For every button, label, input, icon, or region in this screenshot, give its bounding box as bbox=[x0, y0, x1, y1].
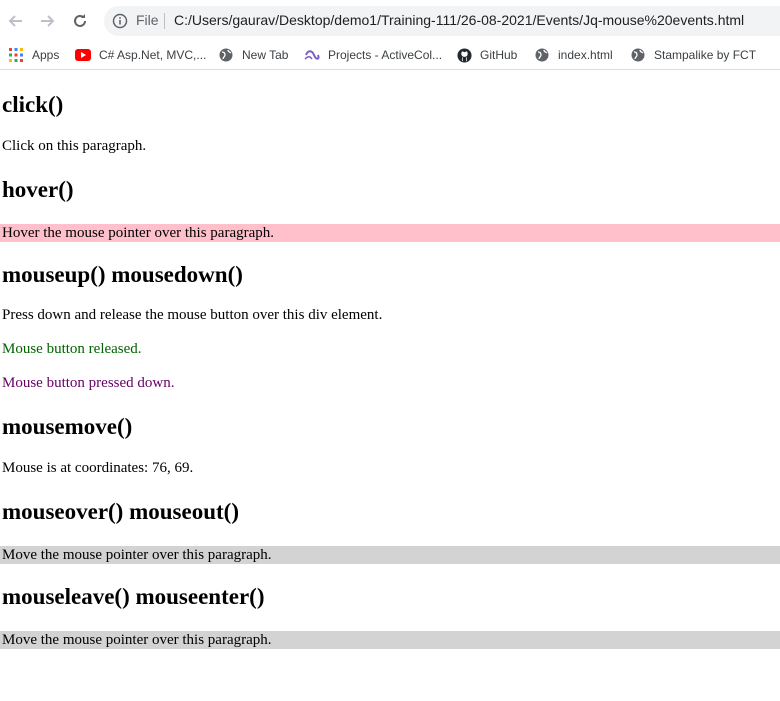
github-icon bbox=[456, 47, 472, 63]
reload-button[interactable] bbox=[69, 10, 91, 32]
heading-mouseup-mousedown: mouseup() mousedown() bbox=[2, 262, 243, 287]
bookmark-stampalike[interactable]: Stampalike by FCT bbox=[630, 45, 756, 65]
info-icon[interactable] bbox=[112, 13, 128, 29]
bookmark-github[interactable]: GitHub bbox=[456, 45, 517, 65]
heading-mouseover-mouseout: mouseover() mouseout() bbox=[2, 499, 239, 524]
bookmark-label: Stampalike by FCT bbox=[654, 48, 757, 62]
bookmark-label: index.html bbox=[558, 48, 613, 62]
bookmark-index[interactable]: index.html bbox=[534, 45, 613, 65]
mouseover-paragraph[interactable]: Move the mouse pointer over this paragra… bbox=[0, 546, 780, 564]
status-pressed: Mouse button pressed down. bbox=[2, 375, 175, 391]
click-paragraph[interactable]: Click on this paragraph. bbox=[2, 138, 146, 155]
bookmark-label: Projects - ActiveCol... bbox=[328, 48, 443, 62]
mouse-coordinates: Mouse is at coordinates: 76, 69. bbox=[2, 460, 194, 476]
bookmark-label: New Tab bbox=[242, 48, 289, 62]
hover-paragraph[interactable]: Hover the mouse pointer over this paragr… bbox=[0, 224, 780, 242]
back-button[interactable] bbox=[5, 10, 27, 32]
browser-toolbar: File C:/Users/gaurav/Desktop/demo1/Train… bbox=[0, 0, 780, 40]
activecollab-icon bbox=[304, 47, 320, 63]
reload-icon bbox=[74, 14, 86, 27]
mouseover-paragraph-text: Move the mouse pointer over this paragra… bbox=[2, 547, 272, 563]
bookmark-new-tab[interactable]: New Tab bbox=[218, 45, 288, 65]
forward-arrow-icon bbox=[41, 15, 55, 27]
forward-button[interactable] bbox=[36, 10, 58, 32]
hover-paragraph-text: Hover the mouse pointer over this paragr… bbox=[2, 225, 274, 241]
url-text[interactable]: C:/Users/gaurav/Desktop/demo1/Training-1… bbox=[174, 12, 744, 28]
heading-click: click() bbox=[2, 92, 64, 117]
mouseleave-paragraph[interactable]: Move the mouse pointer over this paragra… bbox=[0, 631, 780, 649]
globe-icon bbox=[630, 47, 646, 63]
mouse-button-div[interactable]: Press down and release the mouse button … bbox=[2, 307, 382, 324]
address-bar[interactable]: File C:/Users/gaurav/Desktop/demo1/Train… bbox=[104, 6, 780, 36]
back-arrow-icon bbox=[8, 15, 22, 27]
bookmark-projects[interactable]: Projects - ActiveCol... bbox=[304, 45, 442, 65]
file-label: File bbox=[136, 12, 159, 28]
heading-hover: hover() bbox=[2, 177, 74, 202]
bookmark-label: Apps bbox=[32, 48, 60, 62]
bookmarks-bar: Apps C# Asp.Net, MVC,... New Tab Project… bbox=[0, 40, 780, 70]
apps-grid-icon bbox=[8, 47, 24, 63]
mouseleave-paragraph-text: Move the mouse pointer over this paragra… bbox=[2, 632, 272, 648]
youtube-icon bbox=[75, 47, 91, 63]
globe-icon bbox=[218, 47, 234, 63]
bookmark-csharp[interactable]: C# Asp.Net, MVC,... bbox=[75, 45, 206, 65]
status-released: Mouse button released. bbox=[2, 341, 142, 357]
heading-mousemove: mousemove() bbox=[2, 414, 133, 439]
bookmark-label: C# Asp.Net, MVC,... bbox=[99, 48, 207, 62]
bookmark-label: GitHub bbox=[480, 48, 518, 62]
omnibox-divider bbox=[164, 13, 165, 29]
globe-icon bbox=[534, 47, 550, 63]
heading-mouseleave-mouseenter: mouseleave() mouseenter() bbox=[2, 584, 265, 609]
bookmark-apps[interactable]: Apps bbox=[8, 45, 59, 65]
